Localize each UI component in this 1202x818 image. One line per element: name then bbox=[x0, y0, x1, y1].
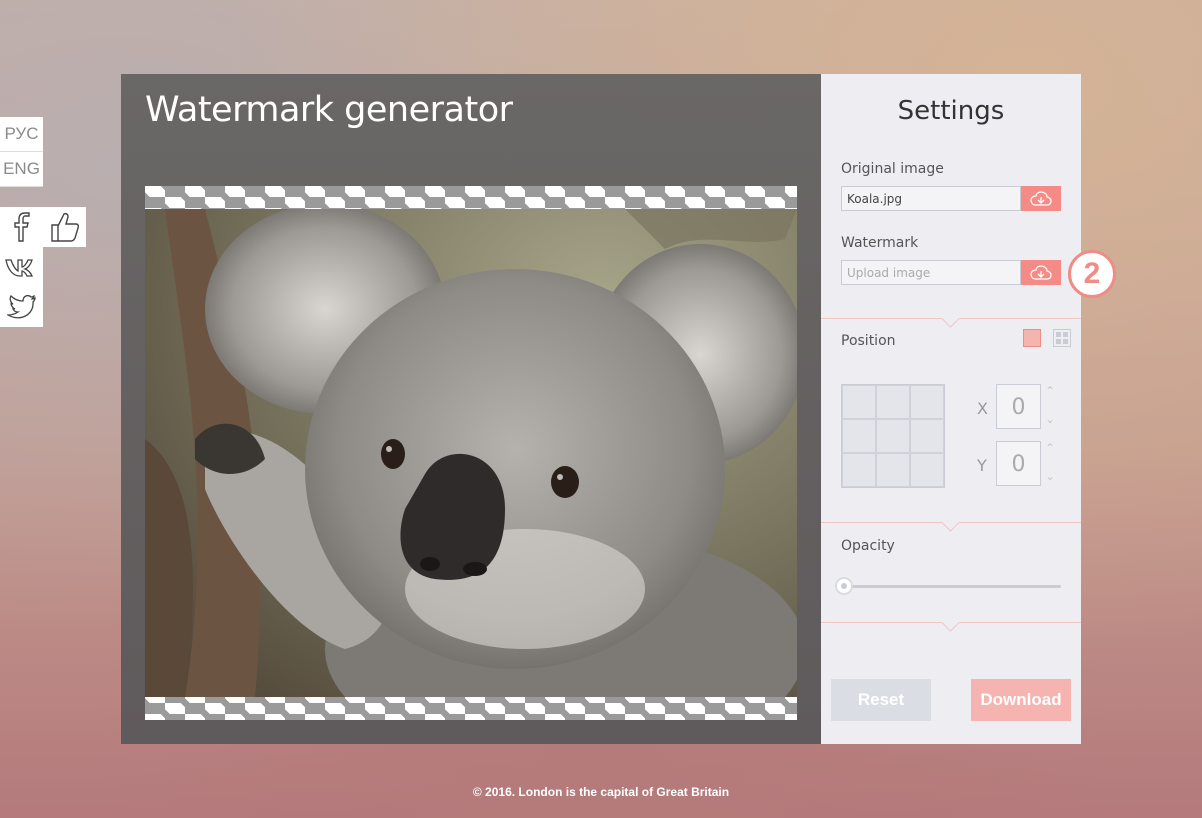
divider-notch bbox=[941, 613, 960, 632]
y-down-arrow-icon[interactable]: ⌄ bbox=[1045, 469, 1055, 483]
twitter-icon[interactable] bbox=[0, 287, 43, 327]
opacity-label: Opacity bbox=[841, 538, 895, 554]
grid-cell[interactable] bbox=[910, 419, 944, 453]
grid-cell[interactable] bbox=[910, 385, 944, 419]
opacity-slider-track[interactable] bbox=[846, 585, 1061, 588]
divider-notch bbox=[941, 513, 960, 532]
facebook-icon[interactable] bbox=[0, 207, 43, 247]
koala-image bbox=[145, 209, 797, 697]
grid-cell[interactable] bbox=[910, 453, 944, 487]
watermark-field[interactable]: Upload image bbox=[841, 260, 1021, 285]
grid-cell[interactable] bbox=[842, 385, 876, 419]
watermark-upload-button[interactable] bbox=[1021, 260, 1061, 285]
lang-en-button[interactable]: ENG bbox=[0, 152, 43, 187]
x-input[interactable]: 0 bbox=[996, 384, 1041, 429]
cloud-upload-icon bbox=[1030, 190, 1052, 206]
tile-mode-icon[interactable] bbox=[1053, 329, 1071, 347]
divider-notch bbox=[941, 309, 960, 328]
cloud-upload-icon bbox=[1030, 264, 1052, 280]
grid-cell[interactable] bbox=[842, 419, 876, 453]
grid-cell[interactable] bbox=[876, 453, 910, 487]
x-label: X bbox=[977, 399, 988, 418]
y-label: Y bbox=[977, 456, 987, 475]
x-up-arrow-icon[interactable]: ⌃ bbox=[1045, 384, 1055, 398]
preview-canvas bbox=[145, 186, 797, 720]
page-title: Watermark generator bbox=[145, 90, 513, 130]
y-input[interactable]: 0 bbox=[996, 441, 1041, 486]
vk-icon[interactable] bbox=[0, 247, 43, 287]
lang-ru-button[interactable]: РУС bbox=[0, 117, 43, 152]
grid-cell[interactable] bbox=[876, 419, 910, 453]
opacity-slider-thumb[interactable] bbox=[835, 577, 853, 595]
y-up-arrow-icon[interactable]: ⌃ bbox=[1045, 441, 1055, 455]
settings-title: Settings bbox=[897, 96, 1005, 126]
single-mode-icon[interactable] bbox=[1023, 329, 1041, 347]
x-down-arrow-icon[interactable]: ⌄ bbox=[1045, 412, 1055, 426]
position-label: Position bbox=[841, 333, 896, 349]
like-icon[interactable] bbox=[43, 207, 86, 247]
preview-panel: Watermark generator bbox=[121, 74, 821, 744]
grid-cell[interactable] bbox=[842, 453, 876, 487]
original-image-label: Original image bbox=[841, 161, 944, 177]
grid-cell[interactable] bbox=[876, 385, 910, 419]
reset-button[interactable]: Reset bbox=[831, 679, 931, 721]
original-image-field[interactable]: Koala.jpg bbox=[841, 186, 1021, 211]
position-grid[interactable] bbox=[841, 384, 945, 488]
footer-text: © 2016. London is the capital of Great B… bbox=[472, 785, 730, 799]
original-upload-button[interactable] bbox=[1021, 186, 1061, 211]
settings-panel: Settings Original image Koala.jpg Waterm… bbox=[821, 74, 1081, 744]
download-button[interactable]: Download bbox=[971, 679, 1071, 721]
step-badge: 2 bbox=[1068, 250, 1116, 298]
watermark-label: Watermark bbox=[841, 235, 919, 251]
social-bar bbox=[0, 207, 43, 327]
